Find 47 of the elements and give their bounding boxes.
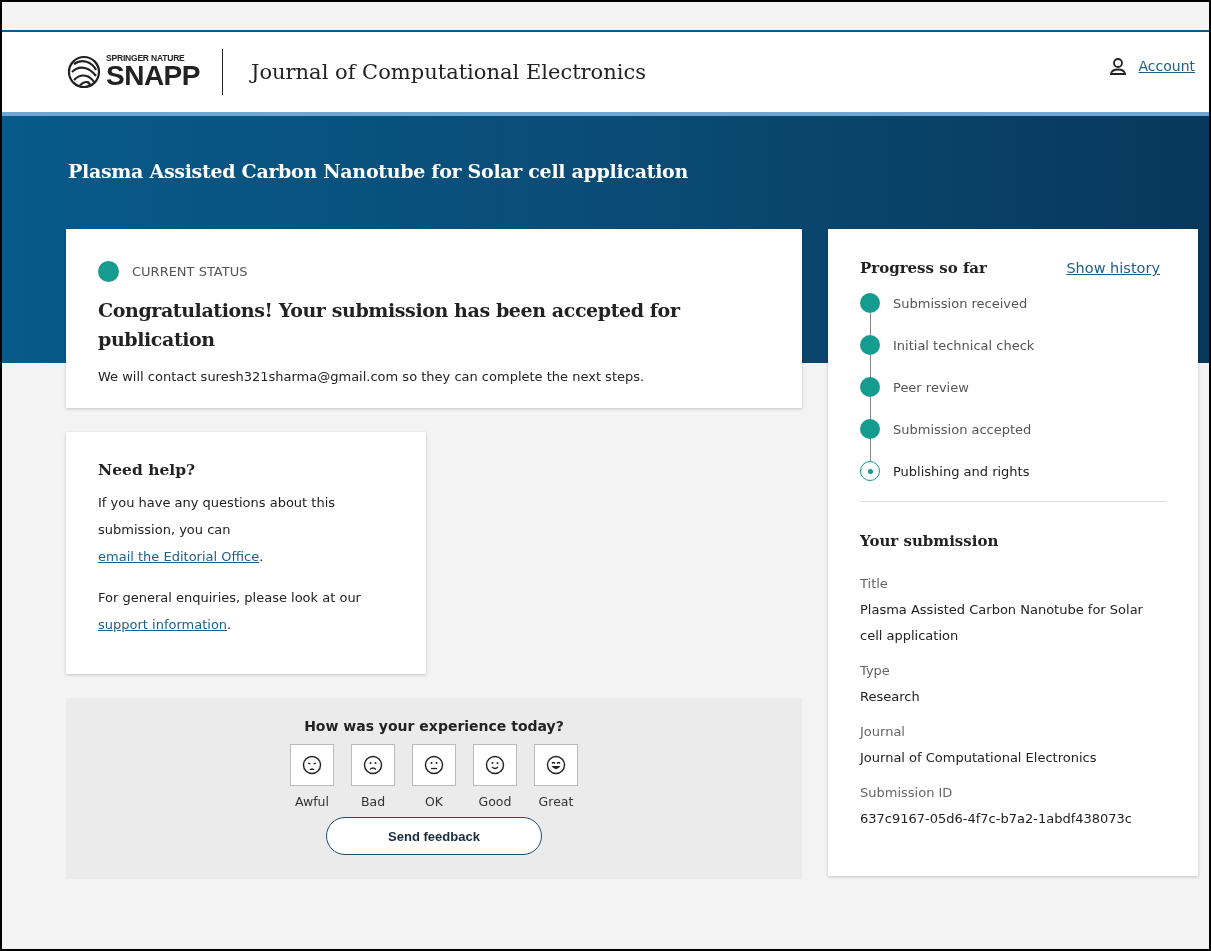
rating-button[interactable]: [534, 744, 578, 786]
rating-label: Awful: [294, 794, 330, 809]
grinning-face-icon: [546, 755, 566, 775]
user-icon: [1110, 57, 1127, 75]
rating-button[interactable]: [351, 744, 395, 786]
submission-heading: Your submission: [860, 532, 1000, 550]
field-label: Type: [860, 663, 891, 678]
journal-name: Journal of Computational Electronics: [250, 60, 647, 84]
step-label: Submission received: [893, 295, 1028, 311]
field-label: Title: [860, 576, 889, 591]
frowning-face-icon: [363, 755, 383, 775]
rating-button[interactable]: [290, 744, 334, 786]
brand-tagline: SPRINGER NATURE: [106, 53, 186, 63]
status-label: CURRENT STATUS: [132, 264, 248, 279]
rating-label: Good: [478, 794, 512, 809]
submission-title: Plasma Assisted Carbon Nanotube for Solar cell application: [68, 160, 688, 182]
field-value: Research: [860, 688, 921, 706]
field-label: Journal: [860, 724, 906, 739]
rating-label: OK: [424, 794, 443, 809]
rating-label: Great: [538, 794, 574, 809]
status-message: We will contact suresh321sharma@gmail.com so they can complete the next steps.: [98, 369, 646, 384]
field-label: Submission ID: [860, 785, 954, 800]
help-link[interactable]: support information: [98, 617, 228, 632]
help-link[interactable]: email the Editorial Office: [98, 549, 260, 564]
brand-name: SNAPP: [106, 62, 200, 91]
field-value: 637c9167-05d6-4f7c-b7a2-1abdf438073c: [860, 810, 1133, 828]
neutral-face-icon: [424, 755, 444, 775]
progress-heading: Progress so far: [860, 259, 987, 277]
show-history-link[interactable]: Show history: [1066, 260, 1160, 276]
step-label: Initial technical check: [893, 337, 1035, 353]
step-label: Peer review: [893, 379, 969, 395]
help-text: If you have any questions about this submission, you can email the Editorial Office.: [98, 494, 337, 566]
feedback-question: How was your experience today?: [304, 718, 564, 734]
status-heading: Congratulations! Your submission has been accepted for publication: [98, 298, 682, 352]
help-text: For general enquiries, please look at our support information.: [98, 589, 362, 634]
rating-button[interactable]: [473, 744, 517, 786]
account-link[interactable]: Account: [1138, 58, 1195, 74]
step-label: Publishing and rights: [893, 463, 1030, 479]
logo-icon: [66, 54, 102, 90]
smiling-face-icon: [485, 755, 505, 775]
step-label: Submission accepted: [893, 421, 1032, 437]
field-value: Plasma Assisted Carbon Nanotube for Solar cell application: [860, 601, 1144, 645]
rating-button[interactable]: [412, 744, 456, 786]
rating-label: Bad: [360, 794, 386, 809]
field-value: Journal of Computational Electronics: [860, 749, 1098, 767]
send-feedback-button[interactable]: Send feedback: [326, 817, 542, 855]
help-heading: Need help?: [98, 460, 197, 479]
